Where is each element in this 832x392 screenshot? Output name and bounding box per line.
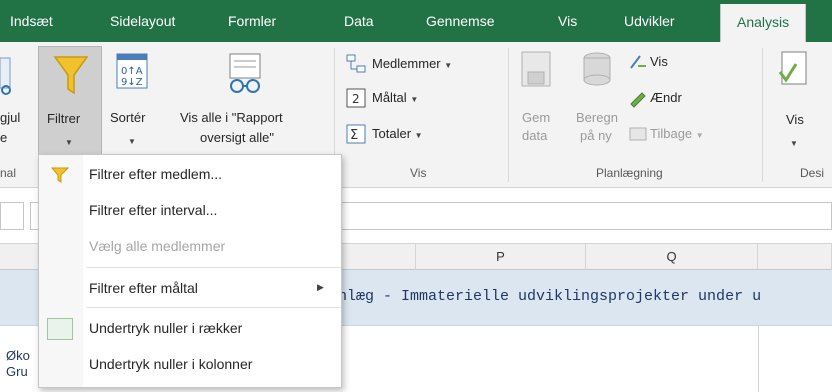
column-header-p[interactable]: P xyxy=(416,244,586,270)
show-all-icon xyxy=(226,52,266,101)
back-label: Tilbage ▼ xyxy=(650,126,704,141)
members-icon xyxy=(346,54,366,79)
members-label: Medlemmer ▼ xyxy=(372,56,453,71)
row-banner-text: nlæg - Immaterielle udviklingsprojekter … xyxy=(338,288,762,305)
measures-icon: 2 xyxy=(346,88,366,113)
menu-separator xyxy=(87,307,341,308)
sort-button[interactable]: 0↑A 9↓Z Sortér ▼ xyxy=(104,46,160,158)
menu-item-suppress-zero-columns[interactable]: Undertryk nuller i kolonner xyxy=(39,349,341,381)
row-text-1: Øko xyxy=(6,348,30,363)
tab-data[interactable]: Data xyxy=(344,0,374,42)
menu-item-label: Filtrer efter medlem... xyxy=(89,166,223,182)
tab-page-layout[interactable]: Sidelayout xyxy=(110,0,175,42)
filter-funnel-icon xyxy=(53,53,89,102)
show-edit-icon xyxy=(628,52,648,77)
tab-view[interactable]: Vis xyxy=(558,0,577,42)
save-data-label-1: Gem xyxy=(522,110,551,125)
partial-group-label: nal xyxy=(0,166,17,180)
design-show-caret: ▼ xyxy=(790,139,798,148)
column-header-q[interactable]: Q xyxy=(586,244,758,270)
menu-item-filter-by-measure[interactable]: Filtrer efter måltal ▶ xyxy=(39,273,341,305)
save-data-icon xyxy=(520,50,554,95)
sort-icon: 0↑A 9↓Z xyxy=(116,52,150,97)
pencil-icon xyxy=(628,88,648,113)
svg-text:Σ: Σ xyxy=(350,128,358,143)
tab-analysis[interactable]: Analysis xyxy=(720,4,807,44)
planning-group-label: Planlægning xyxy=(596,166,663,180)
filter-button-label: Filtrer xyxy=(47,111,81,126)
column-header-r[interactable] xyxy=(758,244,832,270)
row-text-2: Gru xyxy=(6,364,28,379)
tab-insert[interactable]: Indsæt xyxy=(10,0,53,42)
recalculate-button[interactable]: Beregn på ny xyxy=(572,48,622,158)
svg-text:9↓Z: 9↓Z xyxy=(121,77,143,88)
name-box[interactable] xyxy=(0,202,24,230)
group-separator xyxy=(508,48,509,182)
filter-caret: ▼ xyxy=(65,138,73,147)
show-all-label-1: Vis alle i "Rapport xyxy=(180,110,283,125)
undo-icon xyxy=(628,124,648,149)
menu-item-label: Filtrer efter interval... xyxy=(89,202,218,218)
save-data-button[interactable]: Gem data xyxy=(516,48,558,158)
filter-dropdown-menu: Filtrer efter medlem... Filtrer efter in… xyxy=(38,154,342,388)
vis-group-label: Vis xyxy=(410,166,427,180)
svg-text:2: 2 xyxy=(352,92,360,106)
design-group-label: Desi xyxy=(800,166,825,180)
group-separator xyxy=(762,48,763,182)
recalculate-icon xyxy=(580,50,614,95)
tab-developer[interactable]: Udvikler xyxy=(624,0,675,42)
grid-line xyxy=(758,326,759,392)
tab-review[interactable]: Gennemse xyxy=(426,0,494,42)
menu-item-label: Undertryk nuller i kolonner xyxy=(89,356,253,372)
show-all-button[interactable]: Vis alle i "Rapport oversigt alle" xyxy=(170,46,320,158)
menu-separator xyxy=(87,267,341,268)
menu-item-label: Filtrer efter måltal xyxy=(89,280,198,296)
submenu-arrow-icon: ▶ xyxy=(317,282,324,292)
menu-item-filter-by-interval[interactable]: Filtrer efter interval... xyxy=(39,195,341,227)
tab-formulas[interactable]: Formler xyxy=(228,0,276,42)
measures-label: Måltal ▼ xyxy=(372,90,419,105)
recalculate-label-1: Beregn xyxy=(576,110,618,125)
save-data-label-2: data xyxy=(522,128,548,143)
partial-button-label: gjul xyxy=(0,110,21,125)
menu-item-label: Vælg alle medlemmer xyxy=(89,238,226,254)
menu-item-label: Undertryk nuller i rækker xyxy=(89,320,243,336)
menu-item-suppress-zero-rows[interactable]: Undertryk nuller i rækker xyxy=(39,313,341,345)
design-show-icon xyxy=(776,50,810,95)
design-show-label: Vis xyxy=(786,112,804,127)
ribbon-tab-bar: Indsæt Sidelayout Formler Data Gennemse … xyxy=(0,0,832,44)
menu-item-select-all-members[interactable]: Vælg alle medlemmer xyxy=(39,231,341,263)
filter-button[interactable]: Filtrer ▼ xyxy=(38,46,102,158)
partial-button-label-2: e xyxy=(0,130,8,145)
svg-text:0↑A: 0↑A xyxy=(121,66,143,77)
totals-label: Totaler ▼ xyxy=(372,126,423,141)
sort-caret: ▼ xyxy=(128,137,136,146)
recalculate-label-2: på ny xyxy=(580,128,612,143)
planning-show-label: Vis xyxy=(650,54,668,69)
sigma-icon: Σ xyxy=(346,124,366,149)
partial-button-icon xyxy=(0,52,12,96)
show-all-label-2: oversigt alle" xyxy=(200,130,274,145)
change-label: Ændr xyxy=(650,90,682,105)
sort-button-label: Sortér xyxy=(110,110,146,125)
filter-icon xyxy=(50,167,70,188)
menu-item-filter-by-member[interactable]: Filtrer efter medlem... xyxy=(39,159,341,191)
checkbox-icon xyxy=(47,318,73,340)
design-show-button[interactable]: Vis ▼ xyxy=(772,48,822,158)
